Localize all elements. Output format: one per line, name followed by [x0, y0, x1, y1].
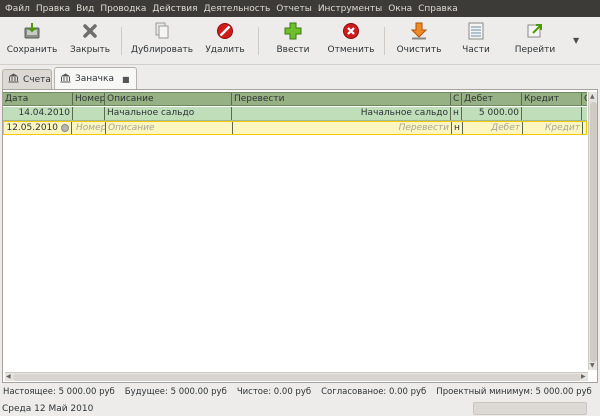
toolbar-separator — [121, 27, 122, 55]
cell-debit[interactable]: 5 000.00 — [462, 107, 522, 120]
cleared-balance: Чистое: 0.00 руб — [236, 387, 312, 397]
delete-icon — [215, 21, 235, 41]
enter-button[interactable]: Ввести — [273, 21, 313, 61]
cell-balance — [582, 107, 587, 120]
save-icon — [22, 21, 42, 41]
reconciled-balance: Согласованое: 0.00 руб — [321, 387, 427, 397]
horizontal-scroll-thumb[interactable] — [13, 374, 581, 381]
notebook-tabs: Счета Заначка ■ — [0, 67, 600, 90]
horizontal-scrollbar[interactable]: ◀ ▶ — [5, 372, 588, 381]
register-grid: Дата Номер Описание Перевести С Дебет Кр… — [2, 89, 598, 383]
blank-button[interactable]: Очистить — [395, 21, 443, 61]
progress-bar — [473, 402, 587, 415]
bank-icon — [8, 73, 19, 86]
menubar: Файл Правка Вид Проводка Действия Деятел… — [0, 0, 600, 17]
menu-windows[interactable]: Окна — [386, 4, 414, 14]
cell-transfer-input[interactable]: Перевести — [233, 122, 452, 134]
split-button[interactable]: Части — [456, 21, 496, 61]
toolbar-overflow-icon[interactable]: ▼ — [573, 36, 579, 45]
jump-icon — [525, 21, 545, 41]
vertical-scrollbar[interactable]: ▲ ▼ — [588, 92, 597, 370]
cell-num-input[interactable]: Номер — [74, 122, 106, 134]
close-icon — [80, 21, 100, 41]
summary-bar: Настоящее: 5 000.00 руб Будущее: 5 000.0… — [0, 385, 600, 399]
delete-button[interactable]: Удалить — [203, 21, 247, 61]
menu-reports[interactable]: Отчеты — [274, 4, 314, 14]
split-icon — [466, 21, 486, 41]
menu-tools[interactable]: Инструменты — [316, 4, 384, 14]
col-description[interactable]: Описание — [105, 93, 232, 105]
cell-date[interactable]: 14.04.2010 — [3, 107, 73, 120]
register-header: Дата Номер Описание Перевести С Дебет Кр… — [3, 92, 587, 106]
projected-minimum: Проектный минимум: 5 000.00 руб — [436, 387, 592, 397]
menu-business[interactable]: Деятельность — [202, 4, 273, 14]
tab-accounts[interactable]: Счета — [2, 69, 52, 89]
jump-button[interactable]: Перейти — [512, 21, 558, 61]
toolbar-separator — [258, 27, 259, 55]
duplicate-button[interactable]: Дублировать — [130, 21, 194, 61]
table-row-new[interactable]: 12.05.2010 Номер Описание Перевести н Де… — [3, 121, 587, 135]
col-debit[interactable]: Дебет — [462, 93, 522, 105]
cell-description[interactable]: Начальное сальдо — [105, 107, 232, 120]
present-balance: Настоящее: 5 000.00 руб — [3, 387, 115, 397]
table-row[interactable]: 14.04.2010 Начальное сальдо Начальное са… — [3, 107, 587, 121]
scroll-down-icon[interactable]: ▼ — [590, 362, 595, 369]
col-num[interactable]: Номер — [73, 93, 105, 105]
menu-transaction[interactable]: Проводка — [98, 4, 148, 14]
tab-register[interactable]: Заначка ■ — [54, 67, 137, 90]
cell-reconcile[interactable]: н — [451, 107, 462, 120]
cancel-icon — [341, 21, 361, 41]
col-transfer[interactable]: Перевести — [232, 93, 451, 105]
scroll-right-icon[interactable]: ▶ — [581, 373, 586, 380]
cell-transfer[interactable]: Начальное сальдо — [232, 107, 451, 120]
col-date[interactable]: Дата — [3, 93, 73, 105]
plus-icon — [283, 21, 303, 41]
status-text: Среда 12 Май 2010 — [2, 403, 94, 414]
close-button[interactable]: Закрыть — [68, 21, 112, 61]
col-balance[interactable]: С — [582, 93, 587, 105]
menu-view[interactable]: Вид — [74, 4, 96, 14]
duplicate-icon — [152, 21, 172, 41]
cell-reconcile-input[interactable]: н — [452, 122, 463, 134]
toolbar: Сохранить Закрыть Дублировать Удалить Вв… — [0, 17, 600, 65]
date-picker-icon[interactable] — [61, 124, 69, 132]
cell-credit-input[interactable]: Кредит — [523, 122, 583, 134]
col-credit[interactable]: Кредит — [522, 93, 582, 105]
cancel-button[interactable]: Отменить — [327, 21, 375, 61]
menu-edit[interactable]: Правка — [34, 4, 72, 14]
close-tab-icon[interactable]: ■ — [122, 75, 130, 84]
future-balance: Будущее: 5 000.00 руб — [124, 387, 227, 397]
vertical-scroll-thumb[interactable] — [590, 102, 597, 362]
toolbar-separator — [384, 27, 385, 55]
save-button[interactable]: Сохранить — [6, 21, 58, 61]
cell-credit[interactable] — [522, 107, 582, 120]
col-reconcile[interactable]: С — [451, 93, 462, 105]
scroll-left-icon[interactable]: ◀ — [6, 373, 11, 380]
menu-help[interactable]: Справка — [416, 4, 460, 14]
menu-actions[interactable]: Действия — [150, 4, 199, 14]
cell-num[interactable] — [73, 107, 105, 120]
cell-description-input[interactable]: Описание — [106, 122, 233, 134]
bank-icon — [60, 73, 71, 86]
cell-debit-input[interactable]: Дебет — [463, 122, 523, 134]
menu-file[interactable]: Файл — [3, 4, 32, 14]
arrow-down-icon — [409, 21, 429, 41]
scroll-up-icon[interactable]: ▲ — [590, 93, 595, 100]
